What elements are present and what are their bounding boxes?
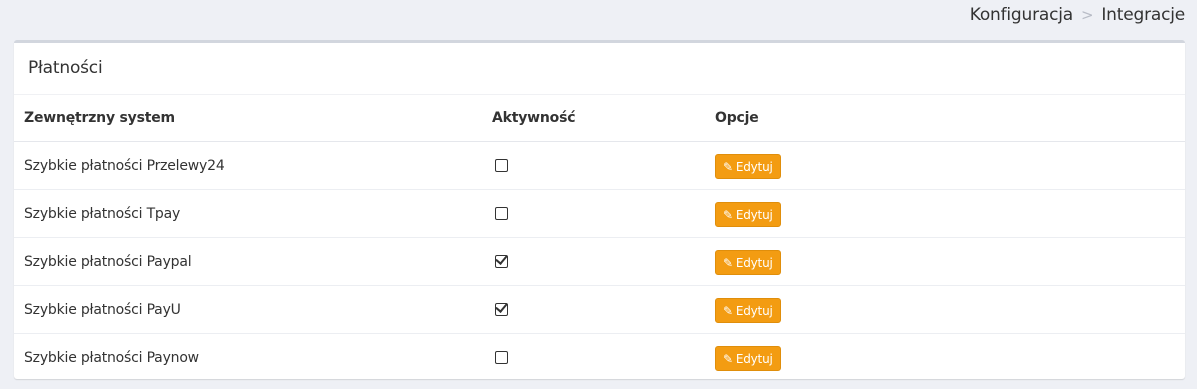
pencil-icon: ✎ — [723, 207, 733, 222]
edit-button[interactable]: ✎ Edytuj — [715, 154, 781, 179]
edit-button-label: Edytuj — [735, 207, 773, 222]
edit-button-label: Edytuj — [735, 303, 773, 318]
system-name: Szybkie płatności Przelewy24 — [24, 157, 225, 174]
payments-panel: Płatności Zewnętrzny system Aktywność Op… — [14, 40, 1185, 381]
table-row: Szybkie płatności Paynow ✎ Edytuj — [14, 333, 1185, 381]
activity-checkbox[interactable] — [495, 159, 508, 172]
check-icon — [495, 252, 508, 265]
check-icon — [495, 300, 508, 313]
edit-button[interactable]: ✎ Edytuj — [715, 250, 781, 275]
edit-button-label: Edytuj — [735, 255, 773, 270]
edit-button[interactable]: ✎ Edytuj — [715, 202, 781, 227]
column-header-options: Opcje — [705, 95, 1185, 142]
activity-checkbox[interactable] — [495, 351, 508, 364]
column-header-system: Zewnętrzny system — [14, 95, 482, 142]
panel-title: Płatności — [14, 43, 1185, 95]
edit-button-label: Edytuj — [735, 351, 773, 366]
edit-button-label: Edytuj — [735, 159, 773, 174]
table-header-row: Zewnętrzny system Aktywność Opcje — [14, 95, 1185, 142]
integrations-table: Zewnętrzny system Aktywność Opcje Szybki… — [14, 95, 1185, 381]
activity-checkbox[interactable] — [495, 207, 508, 220]
column-header-activity: Aktywność — [482, 95, 705, 142]
pencil-icon: ✎ — [723, 255, 733, 270]
system-name: Szybkie płatności PayU — [14, 285, 482, 334]
pencil-icon: ✎ — [723, 303, 733, 318]
breadcrumb-separator: > — [1080, 6, 1094, 24]
activity-checkbox[interactable] — [495, 252, 508, 268]
activity-checkbox[interactable] — [495, 300, 508, 316]
table-row: Szybkie płatności Przelewy24 ✎ Edytuj — [14, 142, 1185, 190]
breadcrumb: Konfiguracja > Integracje — [970, 4, 1185, 26]
pencil-icon: ✎ — [723, 159, 733, 174]
system-name: Szybkie płatności Tpay — [14, 189, 482, 238]
system-name: Szybkie płatności Paypal — [14, 237, 482, 286]
edit-button[interactable]: ✎ Edytuj — [715, 298, 781, 323]
system-name: Szybkie płatności Paynow — [14, 333, 482, 381]
edit-button[interactable]: ✎ Edytuj — [715, 346, 781, 371]
table-row: Szybkie płatności Tpay ✎ Edytuj — [14, 189, 1185, 238]
table-row: Szybkie płatności Paypal ✎ Edytuj — [14, 237, 1185, 286]
table-row: Szybkie płatności PayU ✎ Edytuj — [14, 285, 1185, 334]
breadcrumb-item-integracje: Integracje — [1101, 5, 1185, 25]
breadcrumb-item-konfiguracja[interactable]: Konfiguracja — [970, 4, 1073, 26]
pencil-icon: ✎ — [723, 351, 733, 366]
